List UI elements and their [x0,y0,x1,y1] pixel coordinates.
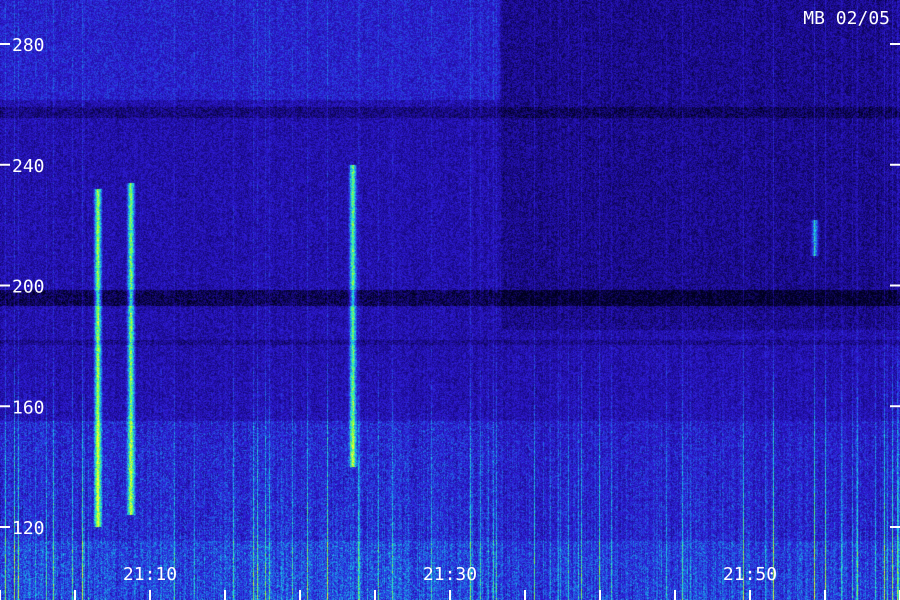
x-tick-label: 21:50 [723,564,777,585]
spectrogram-chart: 120 160 200 240 280 21:10 21:30 21:50 MB 02/05 [0,0,900,600]
y-tick-label: 280 [12,35,45,56]
y-tick-label: 200 [12,277,45,298]
y-tick-label: 120 [12,518,45,539]
y-tick-label: 160 [12,397,45,418]
axes-overlay: 120 160 200 240 280 21:10 21:30 21:50 MB 02/05 [0,8,900,600]
y-tick-label: 240 [12,156,45,177]
x-tick-label: 21:30 [423,564,477,585]
x-tick-label: 21:10 [123,564,177,585]
y-axis-ticks: 120 160 200 240 280 [0,35,900,539]
x-axis-ticks: 21:10 21:30 21:50 [0,564,900,600]
chart-title: MB 02/05 [803,8,890,29]
